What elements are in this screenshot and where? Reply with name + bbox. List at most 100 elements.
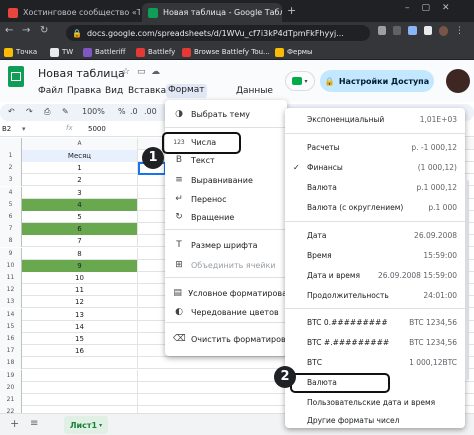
row-number[interactable]: 11: [0, 272, 22, 284]
browser-tab-1[interactable]: Хостинговое сообщество «Tim ✕: [2, 3, 140, 22]
cell-a[interactable]: 6: [22, 223, 138, 236]
row-number[interactable]: 12: [0, 284, 22, 297]
forward-icon[interactable]: →: [22, 25, 30, 36]
more-menu-icon[interactable]: ⋮: [455, 26, 464, 40]
bookmark-item[interactable]: Фермы: [275, 44, 313, 60]
bookmark-item[interactable]: TW: [50, 44, 73, 60]
row-number[interactable]: 10: [0, 259, 22, 272]
number-format-item[interactable]: Экспоненциальный 1,01E+03: [285, 110, 465, 128]
name-box[interactable]: B2: [2, 125, 11, 133]
cell-a[interactable]: 13: [22, 308, 138, 321]
extension-icon[interactable]: [378, 26, 387, 35]
cell-a[interactable]: 8: [22, 247, 138, 260]
user-avatar[interactable]: [446, 69, 470, 93]
cell-a[interactable]: [22, 357, 138, 370]
row-number[interactable]: 21: [0, 394, 22, 406]
number-format-item[interactable]: ✓ Финансы (1 000,12): [285, 158, 465, 176]
cell-a[interactable]: [22, 369, 138, 382]
row-number[interactable]: 16: [0, 333, 22, 345]
increase-decimal-button[interactable]: .00: [144, 107, 157, 116]
number-format-item[interactable]: Дата 26.09.2008: [285, 226, 465, 244]
share-button[interactable]: 🔒 Настройки Доступа: [320, 70, 434, 92]
zoom-select[interactable]: 100%: [82, 107, 105, 116]
cell-a[interactable]: 14: [22, 320, 138, 333]
add-sheet-icon[interactable]: +: [10, 417, 19, 430]
extension-icon[interactable]: [408, 26, 417, 35]
undo-icon[interactable]: ↶: [8, 107, 15, 116]
extension-icon[interactable]: [393, 26, 402, 35]
format-menu-item[interactable]: ↵ Перенос: [165, 189, 287, 209]
sheet-tab-active[interactable]: Лист1 ▾: [64, 416, 108, 434]
format-menu-item[interactable]: ⌫ Очистить форматирова: [165, 329, 287, 349]
cell-a[interactable]: 4: [22, 198, 138, 211]
number-format-item[interactable]: Дата и время 26.09.2008 15:59:00: [285, 266, 465, 284]
format-menu-item[interactable]: ◑ Выбрать тему: [165, 104, 287, 124]
move-folder-icon[interactable]: ▭: [137, 67, 146, 77]
menu-file[interactable]: Файл: [38, 86, 63, 96]
select-all-corner[interactable]: [0, 138, 22, 150]
menu-edit[interactable]: Правка: [67, 86, 101, 96]
cell-a[interactable]: [22, 381, 138, 394]
number-format-item[interactable]: Валюта (с округлением) р.1 000: [285, 198, 465, 216]
decrease-decimal-button[interactable]: .0: [130, 107, 138, 116]
profile-avatar[interactable]: [438, 26, 448, 36]
cell-a[interactable]: 15: [22, 333, 138, 345]
menu-data[interactable]: Данные: [236, 86, 273, 96]
new-tab-icon[interactable]: +: [287, 4, 296, 17]
cell-a[interactable]: 12: [22, 296, 138, 309]
bookmark-item[interactable]: Battleriff: [83, 44, 125, 60]
doc-title[interactable]: Новая таблица: [38, 67, 125, 80]
format-menu-item[interactable]: ↻ Вращение: [165, 207, 287, 227]
row-number[interactable]: 14: [0, 308, 22, 321]
format-menu-item[interactable]: ≡ Выравнивание: [165, 170, 287, 190]
cell-a[interactable]: 2: [22, 174, 138, 187]
number-format-item[interactable]: Другие форматы чисел: [285, 411, 465, 429]
menu-insert[interactable]: Вставка: [128, 86, 166, 96]
number-format-item[interactable]: Пользовательские дата и время: [285, 393, 465, 411]
menu-view[interactable]: Вид: [105, 86, 123, 96]
cell-a[interactable]: 9: [22, 259, 138, 272]
number-format-item[interactable]: BTC 0.######### BTC 1234,56: [285, 313, 465, 331]
format-menu-item[interactable]: ▤ Условное форматирова: [165, 283, 287, 303]
row-number[interactable]: 2: [0, 162, 22, 175]
url-input[interactable]: 🔒 docs.google.com/spreadsheets/d/1WVu_cf…: [66, 25, 370, 41]
bookmark-item[interactable]: Browse Battlefy Tou...: [182, 44, 270, 60]
header-cell[interactable]: Месяц: [22, 150, 138, 162]
row-number[interactable]: 6: [0, 211, 22, 223]
formula-input[interactable]: 5000: [88, 125, 106, 133]
row-number[interactable]: 13: [0, 296, 22, 309]
menu-format[interactable]: Формат: [166, 84, 207, 98]
number-format-item[interactable]: Расчеты р. -1 000,12: [285, 138, 465, 156]
row-number[interactable]: 20: [0, 381, 22, 394]
cell-a[interactable]: 7: [22, 235, 138, 248]
cell-a[interactable]: 10: [22, 272, 138, 284]
cell-a[interactable]: 16: [22, 345, 138, 358]
percent-format-button[interactable]: %: [118, 107, 126, 116]
cell-a[interactable]: 3: [22, 186, 138, 199]
back-icon[interactable]: ←: [5, 25, 13, 36]
reload-icon[interactable]: ↻: [40, 25, 48, 36]
window-controls[interactable]: –▢✕: [405, 3, 462, 13]
row-number[interactable]: 9: [0, 247, 22, 260]
cell-a[interactable]: 1: [22, 162, 138, 175]
number-format-item[interactable]: ВТС 1 000,12BTC: [285, 353, 465, 371]
meet-button[interactable]: ▾: [285, 71, 315, 91]
browser-tab-2[interactable]: Новая таблица - Google Табли ✕: [142, 3, 282, 22]
bookmark-item[interactable]: Battlefy: [136, 44, 175, 60]
number-format-item[interactable]: Валюта р.1 000,12: [285, 178, 465, 196]
extension-icon[interactable]: [423, 26, 432, 35]
row-number[interactable]: 19: [0, 369, 22, 382]
sheets-logo-icon[interactable]: [8, 66, 24, 87]
row-number[interactable]: 5: [0, 198, 22, 211]
row-number[interactable]: 1: [0, 150, 22, 162]
row-number[interactable]: 15: [0, 320, 22, 333]
row-number[interactable]: 18: [0, 357, 22, 370]
row-number[interactable]: 17: [0, 345, 22, 358]
number-format-item[interactable]: Время 15:59:00: [285, 246, 465, 264]
number-format-item[interactable]: Продолжительность 24:01:00: [285, 286, 465, 304]
number-format-item[interactable]: BTC #.######### BTC 1234,56: [285, 333, 465, 351]
row-number[interactable]: 8: [0, 235, 22, 248]
star-icon[interactable]: ☆: [122, 67, 130, 77]
cell-a[interactable]: 11: [22, 284, 138, 297]
row-number[interactable]: 4: [0, 186, 22, 199]
